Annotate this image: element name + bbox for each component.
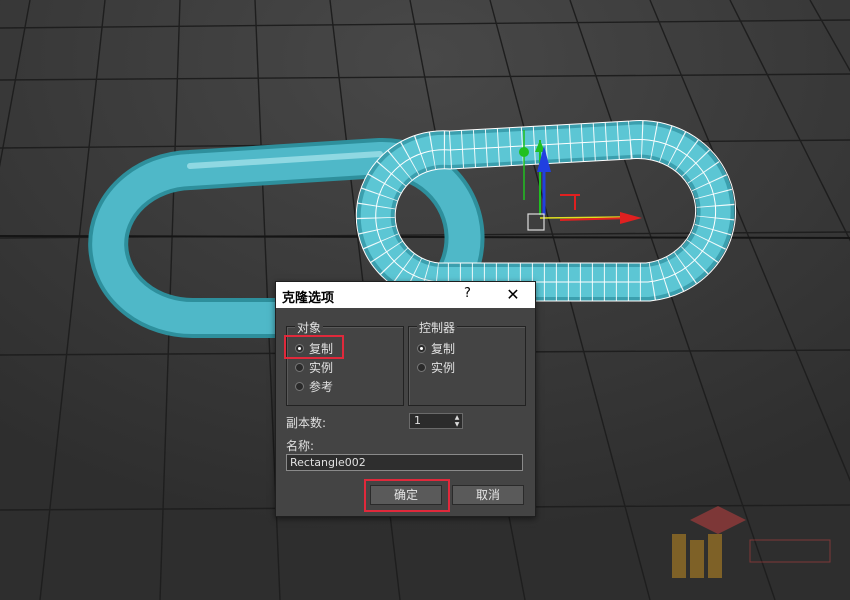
radio-icon[interactable] — [417, 343, 426, 353]
radio-icon[interactable] — [295, 381, 304, 391]
help-icon[interactable]: ? — [464, 286, 471, 301]
object-group: 对象 复制 实例 参考 — [286, 319, 404, 406]
controller-copy-radio[interactable]: 复制 — [417, 339, 455, 357]
clone-options-dialog: 克隆选项 ? ✕ 对象 复制 实例 参考 控制器 复制 实例 副本数: 1 ▲ … — [275, 281, 536, 517]
controller-group-legend: 控制器 — [417, 319, 458, 336]
controller-copy-label: 复制 — [431, 341, 456, 356]
object-reference-label: 参考 — [309, 379, 334, 394]
object-reference-radio[interactable]: 参考 — [295, 377, 333, 395]
controller-instance-radio[interactable]: 实例 — [417, 358, 455, 376]
object-copy-label: 复制 — [309, 341, 334, 356]
controller-group: 控制器 复制 实例 — [408, 319, 526, 406]
object-group-legend: 对象 — [295, 319, 324, 336]
controller-instance-label: 实例 — [431, 360, 456, 375]
cancel-button[interactable]: 取消 — [452, 485, 524, 505]
copies-spinner[interactable]: 1 ▲ ▼ — [409, 413, 463, 429]
spinner-down-icon[interactable]: ▼ — [452, 422, 462, 428]
object-instance-radio[interactable]: 实例 — [295, 358, 333, 376]
object-copy-radio[interactable]: 复制 — [295, 339, 333, 357]
close-icon[interactable]: ✕ — [500, 284, 526, 306]
radio-icon[interactable] — [417, 362, 426, 372]
copies-label: 副本数: — [286, 416, 327, 430]
copies-value[interactable]: 1 — [414, 414, 421, 428]
name-label: 名称: — [286, 439, 315, 453]
dialog-titlebar: 克隆选项 ? ✕ — [276, 282, 535, 308]
radio-icon[interactable] — [295, 362, 304, 372]
radio-icon[interactable] — [295, 343, 304, 353]
ok-button[interactable]: 确定 — [370, 485, 442, 505]
dialog-title: 克隆选项 — [282, 291, 335, 306]
name-input[interactable]: Rectangle002 — [286, 454, 523, 471]
object-instance-label: 实例 — [309, 360, 334, 375]
